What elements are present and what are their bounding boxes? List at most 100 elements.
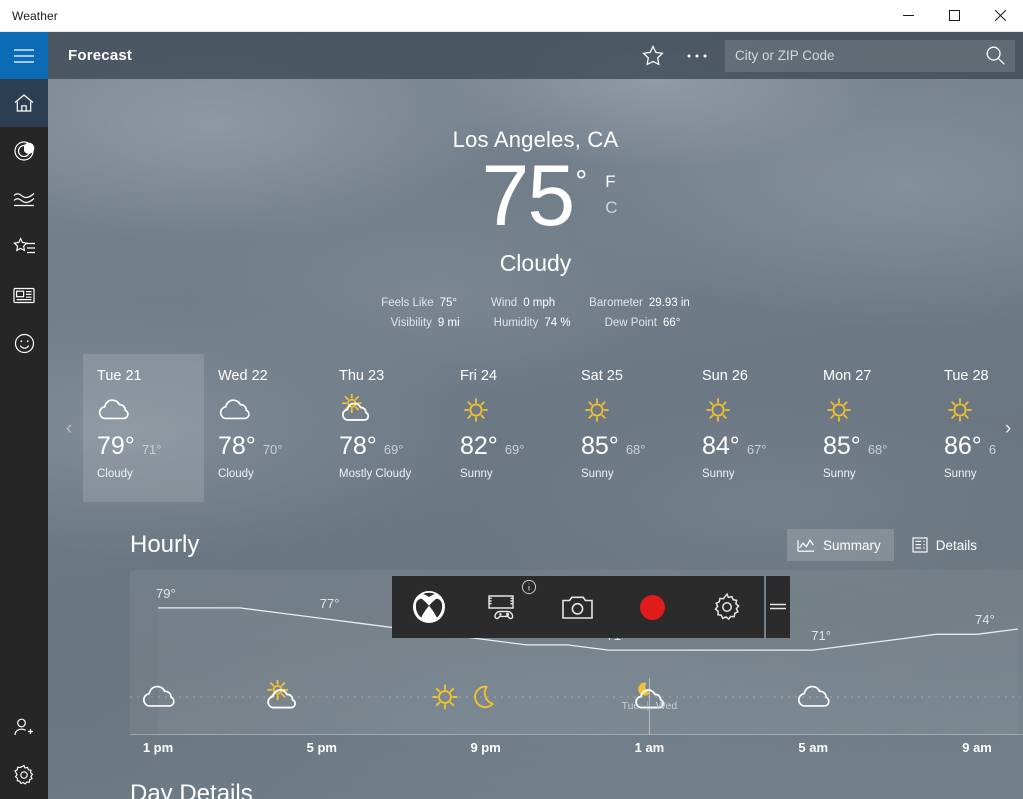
game-clip-icon (487, 595, 514, 620)
stat-label: Humidity (493, 317, 539, 330)
day-split-divider: | (646, 700, 649, 712)
forecast-low: 68° (625, 442, 646, 457)
forecast-low: 70° (262, 442, 283, 457)
forecast-day-icon (944, 394, 996, 430)
unit-toggle[interactable]: F C (605, 169, 617, 222)
unit-celsius[interactable]: C (605, 195, 617, 221)
forecast-low: 69° (383, 442, 404, 457)
xbox-game-bar[interactable] (392, 576, 790, 638)
current-conditions: Los Angeles, CA 75 ° F C Cloudy Feels Li… (48, 79, 1023, 333)
chart-x-axis: 1 pm 5 pm 9 pm 1 am 5 am 9 am (130, 740, 1023, 768)
cloudy-icon (219, 399, 250, 420)
forecast-day-temps: 79° 71° (97, 432, 204, 461)
forecast-day-temps: 84° 67° (702, 432, 809, 461)
partly-cloudy-icon (341, 393, 370, 421)
day-split-right: Wed (655, 700, 678, 712)
forecast-day-card[interactable]: Wed 22 78° 70° Cloudy (204, 354, 325, 502)
page-title: Forecast (68, 47, 133, 64)
sidebar-item-account[interactable] (0, 703, 48, 751)
chart-temp-label: 77° (319, 596, 340, 612)
unit-fahrenheit[interactable]: F (605, 169, 617, 195)
xbox-button[interactable] (392, 576, 466, 638)
sunny-icon (464, 398, 488, 422)
stat-feels-like: Feels Like 75° (381, 293, 457, 313)
forecast-day-temps: 85° 68° (581, 432, 688, 461)
forecast-day-temps: 82° 69° (460, 432, 567, 461)
stat-visibility: Visibility 9 mi (391, 313, 460, 333)
forecast-prev-button[interactable]: ‹ (57, 412, 81, 446)
forecast-day-card[interactable]: Thu 23 78° 69° Mostly Cloudy (325, 354, 446, 502)
forecast-day-label: Sat 25 (581, 368, 623, 384)
forecast-day-desc: Sunny (702, 468, 735, 480)
screenshot-button[interactable] (541, 576, 615, 638)
day-split-label: Tue | Wed (622, 700, 678, 712)
stat-value: 74 % (544, 317, 571, 330)
stat-dew-point: Dew Point 66° (605, 313, 681, 333)
close-button[interactable] (977, 0, 1023, 32)
current-temperature-row: 75 ° F C (62, 153, 1023, 239)
forecast-day-card[interactable]: Tue 21 79° 71° Cloudy (83, 354, 204, 502)
xbox-icon (413, 591, 446, 623)
favorite-button[interactable] (631, 32, 675, 79)
chart-hour-icon (264, 680, 298, 714)
stat-value: 0 mph (523, 297, 556, 310)
capture-button[interactable] (466, 576, 540, 638)
gear-icon (14, 764, 34, 785)
sunny-icon (948, 398, 972, 422)
moon-icon (473, 685, 494, 709)
header-actions (631, 32, 1023, 79)
search-box[interactable] (725, 39, 1015, 72)
hourly-header: Hourly Summary Details (130, 524, 990, 566)
star-icon (642, 45, 664, 66)
sidebar-item-settings[interactable] (0, 751, 48, 799)
forecast-day-icon (97, 394, 204, 430)
window-titlebar: Weather (0, 0, 1023, 32)
search-input[interactable] (725, 39, 975, 72)
game-bar-settings-button[interactable] (690, 576, 764, 638)
forecast-day-card[interactable]: Sun 26 84° 67° Sunny (688, 354, 809, 502)
forecast-low: 69° (504, 442, 525, 457)
sunny-icon (706, 398, 730, 422)
forecast-day-card[interactable]: Mon 27 85° 68° Sunny (809, 354, 930, 502)
forecast-day-label: Fri 24 (460, 368, 498, 384)
maximize-button[interactable] (931, 0, 977, 32)
chart-hour-icon (796, 680, 830, 714)
sidebar-item-feedback[interactable] (0, 319, 48, 367)
stats-row-2: Visibility 9 mi Humidity 74 % Dew Point 66° (48, 313, 1023, 333)
forecast-day-card[interactable]: Fri 24 82° 69° Sunny (446, 354, 567, 502)
details-toggle-button[interactable]: Details (902, 529, 990, 561)
game-bar-drag-handle[interactable] (766, 576, 790, 638)
sidebar-item-news[interactable] (0, 271, 48, 319)
minimize-button[interactable] (885, 0, 931, 32)
hourly-view-toggle: Summary Details (786, 529, 990, 561)
forecast-high: 78° (339, 432, 377, 460)
forecast-next-button[interactable]: › (996, 412, 1020, 446)
sidebar-item-menu[interactable] (0, 32, 48, 79)
sidebar-item-forecast[interactable] (0, 79, 48, 127)
cloudy-icon (98, 399, 129, 420)
home-icon (14, 94, 34, 112)
forecast-day-card[interactable]: Sat 25 85° 68° Sunny (567, 354, 688, 502)
stat-label: Barometer (589, 297, 643, 310)
news-icon (13, 287, 35, 303)
stat-label: Visibility (390, 317, 432, 330)
stat-label: Wind (491, 297, 518, 310)
summary-toggle-button[interactable]: Summary (786, 529, 894, 561)
sidebar-item-maps[interactable] (0, 127, 48, 175)
sidebar-item-favorites[interactable] (0, 223, 48, 271)
search-button[interactable] (975, 40, 1015, 72)
chart-x-tick: 5 pm (306, 740, 337, 755)
forecast-day-label: Mon 27 (823, 368, 872, 384)
forecast-day-temps: 85° 68° (823, 432, 930, 461)
record-button[interactable] (615, 576, 689, 638)
forecast-high: 86° (944, 432, 982, 460)
scroll-region[interactable]: Forecast City or ZIP Code Los Angeles, C… (48, 32, 1023, 799)
chart-hour-icon (141, 680, 175, 714)
sidebar-item-historical[interactable] (0, 175, 48, 223)
stat-barometer: Barometer 29.93 in (589, 293, 690, 313)
forecast-low: 68° (867, 442, 888, 457)
forecast-low: 67° (746, 442, 767, 457)
more-options-button[interactable] (675, 32, 719, 79)
forecast-day-card[interactable]: Tue 28 86° 6 Sunny (930, 354, 996, 502)
forecast-day-label: Tue 28 (944, 368, 989, 384)
